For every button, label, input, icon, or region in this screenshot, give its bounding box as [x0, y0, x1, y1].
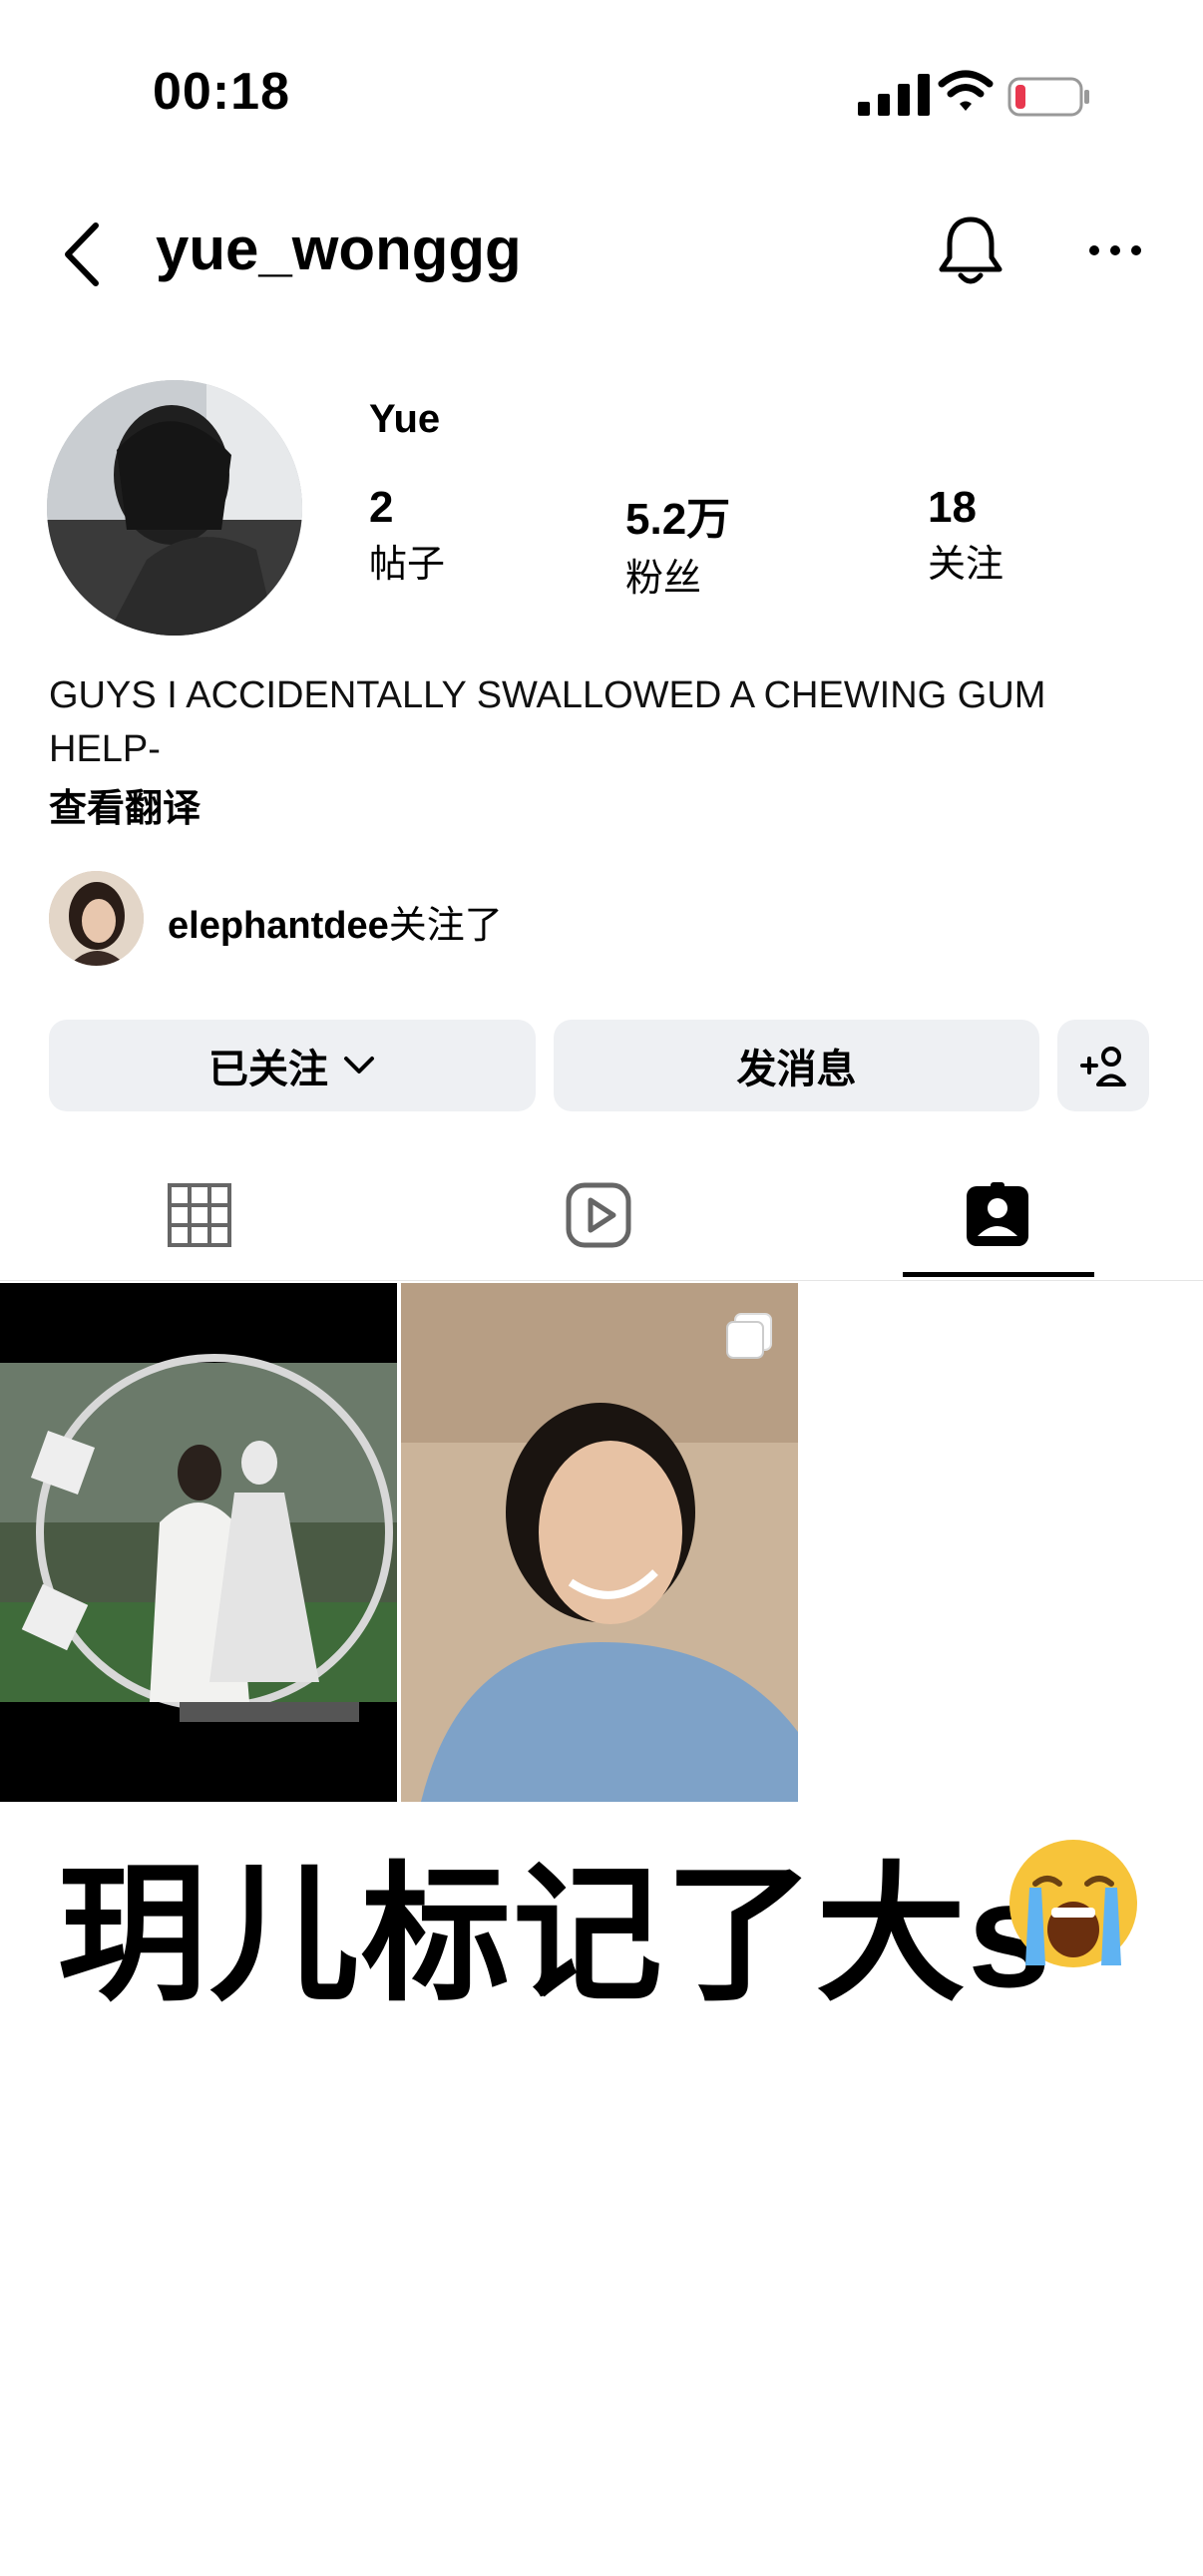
- followers-stat[interactable]: 5.2万 粉丝: [625, 483, 730, 602]
- follower-avatar-photo: [49, 871, 144, 966]
- add-friend-button[interactable]: [1057, 1020, 1149, 1111]
- following-button-label: 已关注: [208, 1048, 328, 1091]
- posts-count: 2: [369, 483, 394, 532]
- chevron-down-icon: [344, 1057, 374, 1073]
- see-translation-link[interactable]: 查看翻译: [49, 777, 200, 832]
- post-photo-statue: [0, 1283, 397, 1802]
- notification-bell-icon[interactable]: [936, 214, 1005, 287]
- avatar-illustration: [47, 380, 302, 636]
- more-options-icon[interactable]: [1087, 239, 1143, 261]
- following-count: 18: [928, 483, 977, 532]
- add-person-icon: [1080, 1047, 1126, 1086]
- followed-by-text[interactable]: elephantdee关注了: [168, 894, 503, 949]
- status-time: 00:18: [153, 63, 290, 121]
- following-stat[interactable]: 18 关注: [928, 483, 1003, 588]
- followed-by-username: elephantdee: [168, 905, 389, 947]
- grid-post-1[interactable]: [0, 1283, 397, 1802]
- profile-username: yue_wonggg: [156, 215, 522, 282]
- reels-icon[interactable]: [564, 1180, 633, 1250]
- follower-avatar[interactable]: [49, 871, 144, 966]
- message-button-label: 发消息: [736, 1048, 857, 1091]
- profile-avatar[interactable]: [47, 380, 302, 636]
- profile-display-name: Yue: [369, 397, 441, 441]
- posts-label: 帖子: [369, 544, 446, 586]
- grid-icon[interactable]: [165, 1180, 234, 1250]
- followed-by-suffix: 关注了: [388, 905, 503, 947]
- loudly-crying-face-icon: [1009, 1840, 1137, 1967]
- active-tab-indicator: [903, 1272, 1094, 1277]
- overlay-caption: 玥儿标记了大s: [58, 1851, 1053, 2018]
- carousel-icon: [726, 1313, 772, 1359]
- followers-label: 粉丝: [625, 558, 702, 600]
- tagged-icon[interactable]: [963, 1180, 1032, 1250]
- following-button[interactable]: 已关注: [49, 1020, 536, 1111]
- message-button[interactable]: 发消息: [554, 1020, 1039, 1111]
- battery-icon: [1007, 77, 1089, 117]
- posts-stat[interactable]: 2 帖子: [369, 483, 445, 588]
- back-arrow-icon[interactable]: [58, 219, 108, 289]
- following-label: 关注: [928, 544, 1004, 586]
- followers-count: 5.2万: [625, 495, 731, 544]
- cellular-signal-icon: [858, 74, 930, 116]
- wifi-icon: [938, 70, 994, 111]
- profile-bio: GUYS I ACCIDENTALLY SWALLOWED A CHEWING …: [49, 674, 1046, 770]
- tabs-divider: [0, 1280, 1203, 1281]
